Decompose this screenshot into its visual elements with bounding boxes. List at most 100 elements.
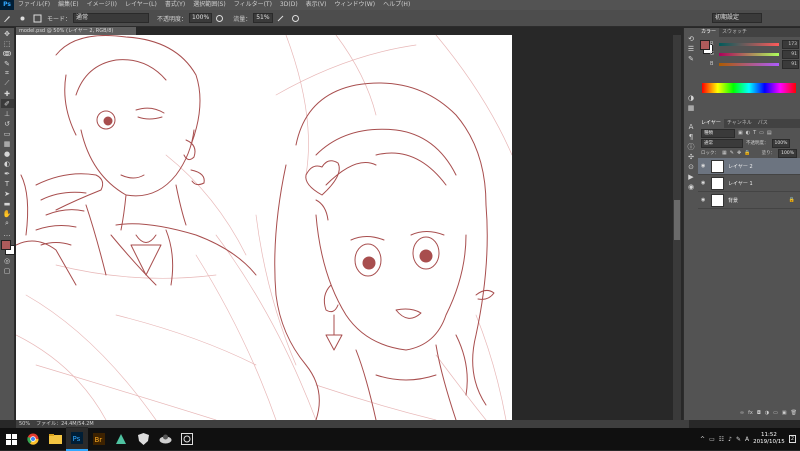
styles-panel-icon[interactable]: ▦ xyxy=(685,103,698,112)
crop-tool-icon[interactable]: ⌗ xyxy=(1,69,14,78)
swatches-panel-icon[interactable]: ◉ xyxy=(685,182,698,191)
tab-layers[interactable]: レイヤー xyxy=(698,119,724,128)
tray-app-icon[interactable]: ▭ xyxy=(709,436,715,443)
foreground-color-swatch[interactable] xyxy=(1,240,11,250)
type-tool-icon[interactable]: T xyxy=(1,179,14,188)
airbrush-icon[interactable] xyxy=(276,14,285,23)
color-panel-foreground[interactable] xyxy=(700,40,710,50)
screen-mode-icon[interactable]: ▢ xyxy=(1,266,14,275)
layer-row-background[interactable]: ◉ 背景 🔒 xyxy=(698,192,800,209)
notification-center-icon[interactable]: 2 xyxy=(788,435,796,443)
lock-all-icon[interactable]: 🔒 xyxy=(744,150,750,156)
canvas[interactable] xyxy=(16,35,512,420)
chrome-app-icon[interactable] xyxy=(22,428,44,450)
menu-window[interactable]: ウィンドウ(W) xyxy=(330,0,379,10)
menu-edit[interactable]: 編集(E) xyxy=(54,0,82,10)
menu-select[interactable]: 選択範囲(S) xyxy=(189,0,230,10)
menu-layer[interactable]: レイヤー(L) xyxy=(121,0,161,10)
tab-paths[interactable]: パス xyxy=(755,119,771,128)
red-slider[interactable] xyxy=(719,42,779,46)
blue-slider[interactable] xyxy=(719,62,779,66)
layer-style-icon[interactable]: fx xyxy=(748,410,753,420)
tab-channels[interactable]: チャンネル xyxy=(724,119,755,128)
tab-swatches[interactable]: スウォッチ xyxy=(719,28,750,37)
filter-smart-object-icon[interactable]: ▤ xyxy=(767,130,772,136)
brush-size-icon[interactable] xyxy=(18,14,27,23)
menu-help[interactable]: ヘルプ(H) xyxy=(379,0,414,10)
tab-color[interactable]: カラー xyxy=(698,28,720,37)
tray-chevron-icon[interactable]: ^ xyxy=(700,436,705,443)
more-tools-icon[interactable]: … xyxy=(1,229,14,238)
filter-type-icon[interactable]: T xyxy=(753,130,756,136)
color-spectrum-ramp[interactable] xyxy=(702,83,796,93)
navigator-panel-icon[interactable]: ✣ xyxy=(685,152,698,161)
brush-panel-icon[interactable] xyxy=(33,14,42,23)
quick-select-tool-icon[interactable]: ✎ xyxy=(1,59,14,68)
layer-opacity-field[interactable]: 100% xyxy=(771,138,791,148)
zoom-tool-icon[interactable]: ⌕ xyxy=(1,219,14,228)
file-explorer-app-icon[interactable] xyxy=(44,428,66,450)
visibility-eye-icon[interactable]: ◉ xyxy=(701,163,709,169)
visibility-eye-icon[interactable]: ◉ xyxy=(701,180,709,186)
new-group-icon[interactable]: ▭ xyxy=(773,410,778,420)
blue-value[interactable]: 91 xyxy=(782,59,799,69)
menu-3d[interactable]: 3D(D) xyxy=(276,0,302,10)
filter-pixel-icon[interactable]: ▣ xyxy=(738,130,743,136)
hand-tool-icon[interactable]: ✋ xyxy=(1,209,14,218)
menu-file[interactable]: ファイル(F) xyxy=(14,0,54,10)
adjustments-panel-icon[interactable]: ◑ xyxy=(685,93,698,102)
layer-row-layer-2[interactable]: ◉ レイヤー 2 xyxy=(698,158,800,175)
lock-position-icon[interactable]: ✥ xyxy=(737,150,741,156)
network-icon[interactable]: ☷ xyxy=(719,436,724,443)
pressure-size-icon[interactable] xyxy=(291,14,300,23)
brush-tool-icon[interactable]: ✐ xyxy=(0,99,14,108)
green-value[interactable]: 91 xyxy=(782,49,799,59)
lock-transparent-icon[interactable]: ▦ xyxy=(722,150,727,156)
flow-field[interactable]: 51% xyxy=(253,13,273,23)
security-app-icon[interactable] xyxy=(132,428,154,450)
path-select-tool-icon[interactable]: ➤ xyxy=(1,189,14,198)
layer-row-layer-1[interactable]: ◉ レイヤー 1 xyxy=(698,175,800,192)
delete-layer-icon[interactable]: 🗑 xyxy=(791,410,797,420)
filter-adjustment-icon[interactable]: ◐ xyxy=(746,130,750,136)
photoshop-app-icon[interactable]: Ps xyxy=(66,427,88,451)
clone-source-panel-icon[interactable]: ⊙ xyxy=(685,162,698,171)
bridge-app-icon[interactable]: Br xyxy=(88,428,110,450)
dodge-tool-icon[interactable]: ◐ xyxy=(1,159,14,168)
document-tab[interactable]: model.psd @ 50% (レイヤー 2, RGB/8) xyxy=(16,27,136,35)
healing-brush-tool-icon[interactable]: ✚ xyxy=(1,89,14,98)
shape-tool-icon[interactable]: ▬ xyxy=(1,199,14,208)
fill-field[interactable]: 100% xyxy=(778,148,797,158)
ime-indicator[interactable]: A xyxy=(745,436,749,443)
blur-tool-icon[interactable]: ● xyxy=(1,149,14,158)
clock[interactable]: 11:52 2019/10/15 xyxy=(753,432,785,446)
pen-tool-icon[interactable]: ✒ xyxy=(1,169,14,178)
menu-type[interactable]: 書式(Y) xyxy=(161,0,189,10)
gradient-tool-icon[interactable]: ▦ xyxy=(1,139,14,148)
app-icon-5[interactable] xyxy=(110,428,132,450)
green-slider[interactable] xyxy=(719,52,779,56)
zoom-level[interactable]: 50% xyxy=(19,420,30,428)
clone-stamp-tool-icon[interactable]: ⊥ xyxy=(1,109,14,118)
lasso-tool-icon[interactable]: ↂ xyxy=(1,49,14,58)
red-value[interactable]: 173 xyxy=(782,39,799,49)
character-panel-icon[interactable]: A xyxy=(685,122,698,131)
app-icon-7[interactable] xyxy=(154,428,176,450)
lock-image-icon[interactable]: ✎ xyxy=(730,150,734,156)
paragraph-panel-icon[interactable]: ¶ xyxy=(685,132,698,141)
workspace-select[interactable]: 初期設定 xyxy=(712,13,762,23)
opacity-field[interactable]: 100% xyxy=(189,13,213,23)
eraser-tool-icon[interactable]: ▭ xyxy=(1,129,14,138)
history-panel-icon[interactable]: ⟲ xyxy=(685,34,698,43)
move-tool-icon[interactable]: ✥ xyxy=(1,29,14,38)
app-icon-8[interactable] xyxy=(176,428,198,450)
marquee-tool-icon[interactable]: ⬚ xyxy=(1,39,14,48)
link-layers-icon[interactable]: ∞ xyxy=(740,410,744,420)
layer-filter-select[interactable]: 種類 xyxy=(701,128,735,138)
add-mask-icon[interactable]: ◘ xyxy=(757,410,761,420)
properties-panel-icon[interactable]: ☰ xyxy=(685,44,698,53)
vertical-scroll-thumb[interactable] xyxy=(674,200,680,240)
visibility-eye-icon[interactable]: ◉ xyxy=(701,197,709,203)
menu-image[interactable]: イメージ(I) xyxy=(83,0,121,10)
start-button[interactable] xyxy=(0,428,22,450)
